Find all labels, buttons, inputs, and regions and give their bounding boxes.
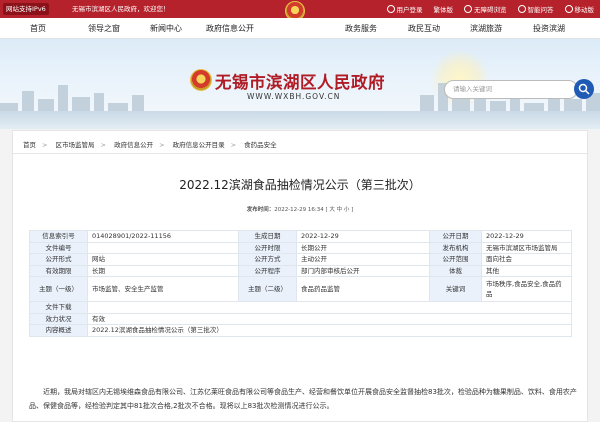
divider: [13, 153, 587, 154]
government-emblem-icon: [190, 69, 212, 91]
top-links: 用户登录 繁体版 无障碍浏览 智能问答 移动版: [386, 0, 594, 18]
table-row: 文件下载: [29, 301, 572, 314]
publish-time-label: 发布时间：: [246, 207, 275, 213]
nav-item-tourism[interactable]: 滨湖旅游: [470, 18, 502, 39]
article-title: 2022.12滨湖食品抽检情况公示（第三批次）: [179, 178, 421, 192]
traditional-chinese-link[interactable]: 繁体版: [434, 4, 454, 14]
table-row: 有效期限 长期 公开程序 部门内部审核后公开 体裁 其他: [29, 264, 572, 277]
publish-time: 2022-12-29 16:34: [274, 207, 324, 213]
table-row: 公开形式 网站 公开方式 主动公开 公开范围 面向社会: [29, 253, 572, 266]
site-url: WWW.WXBH.GOV.CN: [247, 92, 341, 101]
article-body: 近期，我局对辖区内无锡埃维森食品有限公司、江苏亿莱旺食品有限公司等食品生产、经营…: [29, 388, 577, 410]
file-download-cell[interactable]: [87, 301, 572, 314]
content-panel: 首页 > 区市场监管局 > 政府信息公开 > 政府信息公开目录 > 食药品安全 2022…: [12, 130, 588, 422]
ipv6-badge: 网站支持IPv6: [3, 3, 49, 15]
breadcrumb-home[interactable]: 首页: [23, 141, 36, 149]
accessibility-link[interactable]: 无障碍浏览: [464, 4, 507, 14]
lake-water: [0, 111, 600, 129]
nav-item-home[interactable]: 首页: [30, 18, 46, 39]
nav-item-news[interactable]: 新闻中心: [150, 18, 182, 39]
table-row: 内容概述 2022.12滨湖食品抽检情况公示（第三批次）: [29, 324, 572, 337]
breadcrumb-info-disclosure[interactable]: 政府信息公开: [114, 141, 153, 149]
breadcrumb-market-bureau[interactable]: 区市场监管局: [56, 141, 95, 149]
font-size-switcher[interactable]: [ 大 中 小 ]: [326, 207, 354, 213]
nav-item-interaction[interactable]: 政民互动: [408, 18, 440, 39]
nav-item-leaders[interactable]: 领导之窗: [88, 18, 120, 39]
search-input[interactable]: 请输入关键词: [444, 80, 578, 99]
nav-item-investment[interactable]: 投资滨湖: [533, 18, 565, 39]
nav-item-services[interactable]: 政务服务: [345, 18, 377, 39]
breadcrumb-food-drug-safety[interactable]: 食药品安全: [244, 141, 277, 149]
chat-icon: [517, 5, 526, 13]
table-row: 主题（一级） 市场监管、安全生产监管 主题（二级） 食品药品监管 关键词 市场秩…: [29, 276, 572, 302]
info-table: 信息索引号 014028901/2022-11156 生成日期 2022-12-…: [29, 230, 572, 337]
breadcrumb-disclosure-catalog[interactable]: 政府信息公开目录: [173, 141, 225, 149]
table-row: 文件编号 公开时限 长期公开 发布机构 无锡市滨湖区市场监管局: [29, 241, 572, 254]
table-row: 效力状况 有效: [29, 312, 572, 325]
breadcrumb: 首页 > 区市场监管局 > 政府信息公开 > 政府信息公开目录 > 食药品安全: [23, 141, 277, 149]
site-title: 无锡市滨湖区人民政府: [215, 73, 385, 92]
top-bar: 网站支持IPv6 无锡市滨湖区人民政府，欢迎您！ 用户登录 繁体版 无障碍浏览 …: [0, 0, 600, 21]
user-icon: [386, 5, 395, 13]
article-meta: 发布时间：2022-12-29 16:34 [ 大 中 小 ]: [13, 205, 587, 213]
mobile-version-link[interactable]: 移动版: [564, 4, 594, 14]
table-row: 信息索引号 014028901/2022-11156 生成日期 2022-12-…: [29, 230, 572, 243]
mobile-icon: [564, 5, 573, 13]
search-icon: [578, 83, 590, 95]
search-button[interactable]: [574, 79, 594, 99]
login-link[interactable]: 用户登录: [386, 4, 423, 14]
nav-item-info-disclosure[interactable]: 政府信息公开: [206, 18, 254, 39]
main-nav: 首页 领导之窗 新闻中心 政府信息公开 政务服务 政民互动 滨湖旅游 投资滨湖: [0, 18, 600, 39]
smart-qa-link[interactable]: 智能问答: [517, 4, 554, 14]
search-bar: 请输入关键词: [444, 79, 594, 101]
welcome-text: 无锡市滨湖区人民政府，欢迎您！: [72, 5, 170, 13]
accessibility-icon: [464, 5, 472, 13]
